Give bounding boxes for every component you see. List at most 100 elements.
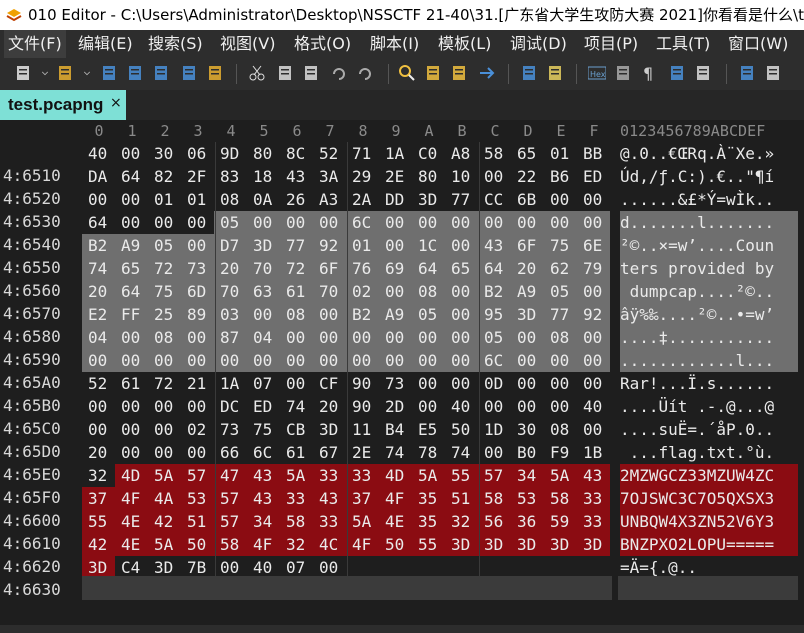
hex-byte[interactable]: 20 [313, 395, 346, 418]
hex-byte[interactable]: A9 [379, 303, 412, 326]
hex-byte[interactable]: A8 [445, 142, 478, 165]
hex-byte[interactable]: 4E [379, 510, 412, 533]
hex-byte[interactable]: 43 [247, 487, 280, 510]
script-icon[interactable] [614, 64, 632, 82]
hex-byte[interactable]: 75 [544, 234, 577, 257]
hex-byte[interactable]: 00 [313, 326, 346, 349]
hex-byte[interactable]: 00 [577, 326, 610, 349]
hex-byte[interactable]: 07 [247, 372, 280, 395]
ascii-row[interactable]: d.......l....... [620, 211, 798, 234]
save-icon[interactable] [100, 64, 118, 82]
hex-byte[interactable]: 08 [280, 303, 313, 326]
hex-byte[interactable]: 08 [214, 188, 247, 211]
hex-byte[interactable]: 00 [544, 349, 577, 372]
menu-item-4[interactable]: 格式(O) [294, 30, 351, 58]
hex-byte[interactable]: 4D [115, 464, 148, 487]
hex-byte[interactable]: 4C [313, 533, 346, 556]
hex-byte[interactable]: 00 [577, 418, 610, 441]
hex-byte[interactable]: 3D [478, 533, 511, 556]
hex-byte[interactable]: C0 [412, 142, 445, 165]
hex-byte[interactable]: 00 [148, 349, 181, 372]
hex-byte[interactable]: 03 [214, 303, 247, 326]
hex-byte[interactable]: 08 [544, 418, 577, 441]
hex-byte[interactable]: 04 [82, 326, 115, 349]
hex-byte[interactable]: 72 [148, 257, 181, 280]
hex-byte[interactable]: 36 [511, 510, 544, 533]
hex-byte[interactable]: 01 [148, 188, 181, 211]
dropdown-icon[interactable] [82, 64, 92, 82]
hex-byte[interactable]: 25 [148, 303, 181, 326]
find-replace-icon[interactable] [424, 64, 442, 82]
ascii-row[interactable]: @.0..€ŒRq.À¨Xe.» [620, 142, 798, 165]
hex-byte[interactable]: 70 [214, 280, 247, 303]
hex-byte[interactable]: 34 [511, 464, 544, 487]
hex-byte[interactable]: 58 [544, 487, 577, 510]
paste-icon[interactable] [302, 64, 320, 82]
menu-item-2[interactable]: 搜索(S) [148, 30, 203, 58]
hex-byte[interactable]: 04 [247, 326, 280, 349]
hex-byte[interactable]: 53 [511, 487, 544, 510]
hex-editor[interactable]: 0123456789ABCDEF 0123456789ABCDEF 4:6510… [0, 120, 804, 625]
hex-byte[interactable]: 06 [181, 142, 214, 165]
hex-byte[interactable]: 00 [412, 326, 445, 349]
hex-byte[interactable]: CF [313, 372, 346, 395]
hex-byte[interactable]: 00 [181, 349, 214, 372]
find-in-files-icon[interactable] [450, 64, 468, 82]
hex-byte[interactable]: 00 [148, 441, 181, 464]
hex-byte[interactable]: 65 [115, 257, 148, 280]
hex-byte[interactable]: 20 [82, 280, 115, 303]
hex-byte[interactable]: 00 [445, 326, 478, 349]
hex-byte[interactable]: 00 [577, 211, 610, 234]
hex-byte[interactable]: E2 [82, 303, 115, 326]
hex-byte[interactable]: 6B [511, 188, 544, 211]
hex-byte[interactable]: 00 [544, 395, 577, 418]
hex-byte[interactable]: DA [82, 165, 115, 188]
hex-byte[interactable]: 30 [511, 418, 544, 441]
hex-byte[interactable]: 5A [148, 533, 181, 556]
hex-byte[interactable]: 50 [181, 533, 214, 556]
hex-byte[interactable]: B0 [511, 441, 544, 464]
hex-byte[interactable]: 42 [82, 533, 115, 556]
hex-byte[interactable]: 00 [445, 234, 478, 257]
hex-byte[interactable]: 1C [412, 234, 445, 257]
hex-byte[interactable]: 77 [544, 303, 577, 326]
hex-byte[interactable]: 40 [82, 142, 115, 165]
hex-byte[interactable]: BB [577, 142, 610, 165]
hex-byte[interactable]: 64 [115, 165, 148, 188]
hex-byte[interactable]: 74 [280, 395, 313, 418]
hex-byte[interactable]: 2F [181, 165, 214, 188]
hex-byte[interactable]: 61 [280, 441, 313, 464]
hex-byte[interactable]: 00 [412, 211, 445, 234]
menu-item-0[interactable]: 文件(F) [4, 30, 66, 58]
hex-byte[interactable]: 6E [577, 234, 610, 257]
hex-byte[interactable]: FF [115, 303, 148, 326]
hex-byte[interactable]: 65 [511, 142, 544, 165]
hex-byte[interactable]: 6D [181, 280, 214, 303]
hex-byte[interactable]: 5A [280, 464, 313, 487]
hex-byte[interactable]: D7 [214, 234, 247, 257]
hex-byte[interactable]: 3D [577, 533, 610, 556]
ascii-row[interactable]: BNZPXO2LOPU===== [620, 533, 798, 556]
hex-byte[interactable]: 3D [412, 188, 445, 211]
hex-byte[interactable]: 57 [214, 510, 247, 533]
close-icon[interactable] [180, 64, 198, 82]
hex-byte[interactable]: 43 [577, 464, 610, 487]
hex-byte[interactable]: 82 [148, 165, 181, 188]
hex-byte[interactable]: 65 [445, 257, 478, 280]
hex-byte[interactable]: 00 [544, 372, 577, 395]
menu-item-6[interactable]: 模板(L) [438, 30, 491, 58]
hex-byte[interactable]: 79 [577, 257, 610, 280]
hex-byte[interactable]: B4 [379, 418, 412, 441]
hex-byte[interactable]: 33 [313, 464, 346, 487]
hex-byte[interactable]: 73 [379, 372, 412, 395]
hex-byte[interactable]: 59 [544, 510, 577, 533]
hex-byte[interactable]: 2A [346, 188, 379, 211]
hex-byte[interactable]: 35 [412, 510, 445, 533]
hex-byte[interactable]: 00 [379, 234, 412, 257]
hex-byte[interactable]: 4F [115, 487, 148, 510]
ascii-row[interactable]: ......&£*Ý=wÌk.. [620, 188, 798, 211]
hex-byte[interactable]: 3D [445, 533, 478, 556]
tab-close-icon[interactable]: × [110, 95, 122, 111]
hex-byte[interactable]: 00 [478, 165, 511, 188]
hex-byte[interactable]: 00 [148, 418, 181, 441]
